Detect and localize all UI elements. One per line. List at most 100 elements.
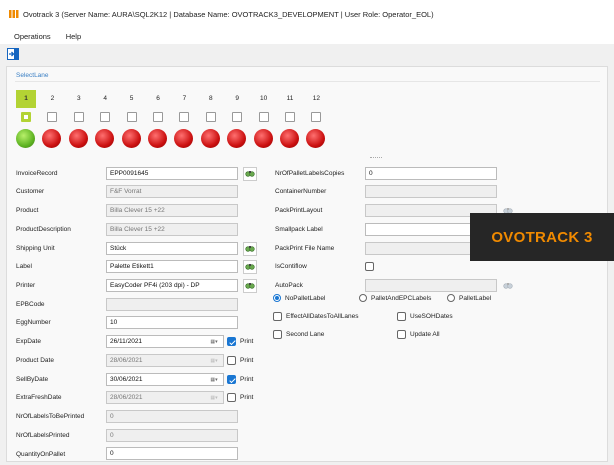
lane-9-checkbox[interactable] xyxy=(232,112,243,122)
lane-2-button[interactable]: 2 xyxy=(42,90,62,108)
radio-pallet-label[interactable] xyxy=(447,294,455,302)
splitter-grip[interactable] xyxy=(370,157,382,159)
update-all-checkbox[interactable] xyxy=(397,330,406,339)
extra-fresh-date-print-checkbox[interactable] xyxy=(227,393,236,402)
window-titlebar: Ovotrack 3 (Server Name: AURA\SQL2K12 | … xyxy=(0,0,614,28)
lane-4-button[interactable]: 4 xyxy=(95,90,115,108)
pallet-label-copies-field[interactable]: 0 xyxy=(365,167,497,180)
auto-pack-field xyxy=(365,279,497,292)
second-lane-label: Second Lane xyxy=(286,331,325,338)
lane-10-checkbox[interactable] xyxy=(258,112,269,122)
is-contiflow-checkbox[interactable] xyxy=(365,262,374,271)
pack-print-file-name-label: PackPrint File Name xyxy=(275,245,335,252)
search-binoculars-icon xyxy=(245,168,255,180)
sell-by-date-picker[interactable]: ▦▾ xyxy=(204,374,224,385)
use-soh-dates-label: UseSOHDates xyxy=(410,313,453,320)
invoice-record-label: InvoiceRecord xyxy=(16,170,58,177)
lane-11-button[interactable]: 11 xyxy=(280,90,300,108)
printer-field[interactable]: EasyCoder PF4i (203 dpi) - DP xyxy=(106,279,238,292)
shipping-unit-field[interactable]: Stück xyxy=(106,242,238,255)
product-date-print-checkbox[interactable] xyxy=(227,356,236,365)
lane-12-checkbox[interactable] xyxy=(311,112,322,122)
lane-5-status-indicator xyxy=(121,129,141,148)
extra-fresh-date-print-label: Print xyxy=(240,394,254,401)
search-binoculars-icon xyxy=(503,280,513,292)
menu-operations[interactable]: Operations xyxy=(14,32,51,41)
extra-fresh-date-label: ExtraFreshDate xyxy=(16,394,62,401)
sell-by-date-print-checkbox[interactable] xyxy=(227,375,236,384)
container-number-field xyxy=(365,185,497,198)
radio-pallet-and-epc-labels[interactable] xyxy=(359,294,367,302)
lane-2-checkbox[interactable] xyxy=(47,112,58,122)
lane-5-checkbox[interactable] xyxy=(126,112,137,122)
exp-date-print-checkbox[interactable] xyxy=(227,337,236,346)
use-soh-dates-checkbox[interactable] xyxy=(397,312,406,321)
toolbar xyxy=(0,44,614,64)
ovotrack-brand-logo: OVOTRACK 3 xyxy=(470,213,614,261)
radio-no-pallet-label[interactable] xyxy=(273,294,281,302)
egg-number-label: EggNumber xyxy=(16,319,51,326)
labels-to-print-field: 0 xyxy=(106,410,238,423)
lane-6-button[interactable]: 6 xyxy=(148,90,168,108)
invoice-record-field[interactable]: EPP0091645 xyxy=(106,167,238,180)
effect-all-dates-checkbox[interactable] xyxy=(273,312,282,321)
lane-12-button[interactable]: 12 xyxy=(306,90,326,108)
lane-7-status-indicator xyxy=(174,129,194,148)
lane-10-button[interactable]: 10 xyxy=(254,90,274,108)
lane-1-status-indicator xyxy=(16,129,35,148)
product-date-picker[interactable]: ▦▾ xyxy=(204,355,224,366)
lane-9-status-indicator xyxy=(227,129,247,148)
search-binoculars-icon xyxy=(245,243,255,255)
calendar-dropdown-icon: ▦▾ xyxy=(210,394,218,401)
shipping-unit-lookup-button[interactable] xyxy=(243,242,257,256)
label-field[interactable]: Palette Etikett1 xyxy=(106,260,238,273)
calendar-dropdown-icon: ▦▾ xyxy=(210,376,218,383)
exp-date-print-label: Print xyxy=(240,338,254,345)
lane-12-status-indicator xyxy=(306,129,326,148)
main-panel: SelectLane InvoiceRecord EPP0091645 Cust… xyxy=(6,66,608,462)
lane-7-button[interactable]: 7 xyxy=(174,90,194,108)
lane-4-status-indicator xyxy=(95,129,115,148)
egg-number-field[interactable]: 10 xyxy=(106,316,238,329)
lane-5-button[interactable]: 5 xyxy=(122,90,142,108)
lane-3-checkbox[interactable] xyxy=(73,112,84,122)
lane-1-button[interactable]: 1 xyxy=(16,90,36,108)
lane-3-button[interactable]: 3 xyxy=(69,90,89,108)
lane-2-status-indicator xyxy=(42,129,62,148)
radio-pallet-and-epc-labels-text: PalletAndEPCLabels xyxy=(371,295,432,302)
calendar-dropdown-icon: ▦▾ xyxy=(210,357,218,364)
sell-by-date-label: SellByDate xyxy=(16,376,49,383)
lane-8-button[interactable]: 8 xyxy=(201,90,221,108)
menu-help[interactable]: Help xyxy=(66,32,81,41)
lane-4-checkbox[interactable] xyxy=(100,112,111,122)
exit-icon[interactable] xyxy=(7,48,19,60)
lane-11-checkbox[interactable] xyxy=(285,112,295,122)
product-description-label: ProductDescription xyxy=(16,226,71,233)
auto-pack-lookup-button[interactable] xyxy=(501,279,515,293)
pallet-label-copies-label: NrOfPalletLabelsCopies xyxy=(275,170,345,177)
update-all-label: Update All xyxy=(410,331,440,338)
lane-3-status-indicator xyxy=(68,129,88,148)
extra-fresh-date-picker[interactable]: ▦▾ xyxy=(204,392,224,403)
label-lookup-button[interactable] xyxy=(243,260,257,274)
container-number-label: ContainerNumber xyxy=(275,188,327,195)
invoice-lookup-button[interactable] xyxy=(243,167,257,181)
window-title: Ovotrack 3 (Server Name: AURA\SQL2K12 | … xyxy=(23,9,434,19)
quantity-on-pallet-label: QuantityOnPallet xyxy=(16,451,66,458)
lane-8-status-indicator xyxy=(200,129,220,148)
exp-date-picker[interactable]: ▦▾ xyxy=(204,336,224,347)
product-field: Billa Clever 15 +22 xyxy=(106,204,238,217)
labels-printed-label: NrOfLabelsPrinted xyxy=(16,432,70,439)
radio-no-pallet-label-text: NoPalletLabel xyxy=(285,295,326,302)
second-lane-checkbox[interactable] xyxy=(273,330,282,339)
lane-9-button[interactable]: 9 xyxy=(227,90,247,108)
lane-7-checkbox[interactable] xyxy=(179,112,190,122)
quantity-on-pallet-field[interactable]: 0 xyxy=(106,447,238,460)
lane-6-checkbox[interactable] xyxy=(153,112,163,122)
lane-11-status-indicator xyxy=(280,129,299,148)
calendar-dropdown-icon: ▦▾ xyxy=(210,338,218,345)
lane-8-checkbox[interactable] xyxy=(205,112,216,122)
printer-lookup-button[interactable] xyxy=(243,279,257,293)
product-label: Product xyxy=(16,207,39,214)
lane-1-checkbox[interactable] xyxy=(21,112,31,122)
